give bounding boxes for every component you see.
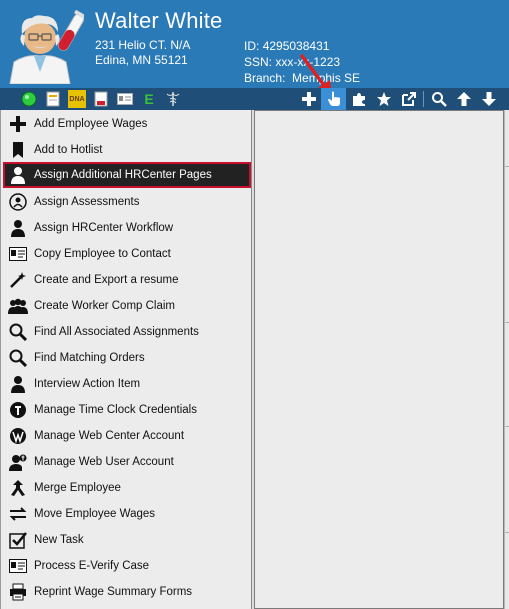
person-icon <box>7 164 29 186</box>
employee-name: Walter White <box>95 8 223 33</box>
menu-item-label: Find All Associated Assignments <box>34 326 199 338</box>
puzzle-icon[interactable] <box>346 88 371 110</box>
ssn-label: SSN: <box>244 55 273 69</box>
menu-item-interview-action-item[interactable]: Interview Action Item <box>3 372 251 396</box>
menu-item-label: Manage Web User Account <box>34 456 174 468</box>
menu-item-label: Create Worker Comp Claim <box>34 300 176 312</box>
menu-item-find-associated-assignments[interactable]: Find All Associated Assignments <box>3 320 251 344</box>
menu-item-assign-hrcenter-workflow[interactable]: Assign HRCenter Workflow <box>3 216 251 240</box>
time-clock-icon <box>7 399 29 421</box>
menu-item-reprint-wage-summary[interactable]: Reprint Wage Summary Forms <box>3 580 251 604</box>
star-icon[interactable] <box>371 88 396 110</box>
menu-item-process-e-verify[interactable]: Process E-Verify Case <box>3 554 251 578</box>
employee-address: 231 Helio CT. N/A Edina, MN 55121 <box>95 38 190 68</box>
e-verify-icon[interactable]: E <box>140 90 158 108</box>
address-line2: Edina, MN 55121 <box>95 53 188 67</box>
menu-item-move-employee-wages[interactable]: Move Employee Wages <box>3 502 251 526</box>
menu-item-label: Interview Action Item <box>34 378 141 390</box>
bookmark-icon <box>7 139 29 161</box>
address-line1: 231 Helio CT. N/A <box>95 38 191 52</box>
search-icon[interactable] <box>426 88 451 110</box>
menu-item-create-export-resume[interactable]: Create and Export a resume <box>3 268 251 292</box>
menu-item-label: Process E-Verify Case <box>34 560 150 572</box>
plus-icon <box>7 113 29 135</box>
menu-item-label: Add to Hotlist <box>34 144 103 156</box>
menu-item-label: Assign HRCenter Workflow <box>34 222 174 234</box>
printer-icon <box>7 581 29 603</box>
toolbar-separator <box>423 91 424 107</box>
search-icon <box>7 321 29 343</box>
menu-item-label: Merge Employee <box>34 482 121 494</box>
action-toolbar <box>296 88 501 110</box>
magic-wand-icon <box>7 269 29 291</box>
menu-item-assign-assessments[interactable]: Assign Assessments <box>3 190 251 214</box>
caduceus-icon[interactable] <box>164 90 182 108</box>
dna-icon[interactable]: DNA <box>68 90 86 108</box>
add-icon[interactable] <box>296 88 321 110</box>
menu-item-label: Find Matching Orders <box>34 352 145 364</box>
menu-item-label: Create and Export a resume <box>34 274 179 286</box>
menu-item-manage-time-clock[interactable]: Manage Time Clock Credentials <box>3 398 251 422</box>
web-user-icon <box>7 451 29 473</box>
menu-item-label: Copy Employee to Contact <box>34 248 171 260</box>
menu-item-create-worker-comp-claim[interactable]: Create Worker Comp Claim <box>3 294 251 318</box>
menu-item-add-to-hotlist[interactable]: Add to Hotlist <box>3 138 251 162</box>
external-link-icon[interactable] <box>396 88 421 110</box>
green-status-icon[interactable] <box>20 90 38 108</box>
merge-icon <box>7 477 29 499</box>
menu-item-label: Move Employee Wages <box>34 508 156 520</box>
menu-item-find-matching-orders[interactable]: Find Matching Orders <box>3 346 251 370</box>
menu-item-merge-employee[interactable]: Merge Employee <box>3 476 251 500</box>
menu-item-assign-hrcenter-pages[interactable]: Assign Additional HRCenter Pages <box>3 162 251 188</box>
web-center-icon <box>7 425 29 447</box>
id-label: ID: <box>244 39 260 53</box>
id-value: 4295038431 <box>262 39 330 53</box>
menu-item-new-task[interactable]: New Task <box>3 528 251 552</box>
arrow-down-icon[interactable] <box>476 88 501 110</box>
edge-divider <box>505 426 509 427</box>
employee-toolbar: DNA E <box>0 88 509 110</box>
edge-divider <box>505 322 509 323</box>
search-icon <box>7 347 29 369</box>
menu-item-label: Manage Time Clock Credentials <box>34 404 197 416</box>
pdf-icon[interactable] <box>92 90 110 108</box>
menu-item-manage-web-user-account[interactable]: Manage Web User Account <box>3 450 251 474</box>
scientist-avatar-icon <box>6 4 84 84</box>
menu-item-label: Assign Additional HRCenter Pages <box>34 169 212 181</box>
background-panel-edge <box>504 110 509 609</box>
checkbox-icon <box>7 529 29 551</box>
detail-pane <box>254 110 504 609</box>
id-card-icon <box>7 555 29 577</box>
menu-item-copy-employee-to-contact[interactable]: Copy Employee to Contact <box>3 242 251 266</box>
edge-divider <box>505 166 509 167</box>
dna-text: DNA <box>69 95 85 103</box>
group-icon <box>7 295 29 317</box>
transfer-arrows-icon <box>7 503 29 525</box>
actions-menu: Add Employee Wages Add to Hotlist Assign… <box>0 110 252 609</box>
e-verify-text: E <box>144 91 154 107</box>
menu-item-label: New Task <box>34 534 84 546</box>
menu-item-label: Reprint Wage Summary Forms <box>34 586 193 598</box>
person-icon <box>7 217 29 239</box>
person-icon <box>7 373 29 395</box>
employee-header: Walter White 231 Helio CT. N/A Edina, MN… <box>0 0 509 96</box>
contact-card-icon <box>7 243 29 265</box>
menu-item-label: Add Employee Wages <box>34 118 148 130</box>
menu-item-manage-web-center-account[interactable]: Manage Web Center Account <box>3 424 251 448</box>
menu-item-label: Assign Assessments <box>34 196 140 208</box>
assessment-icon <box>7 191 29 213</box>
document-icon[interactable] <box>44 90 62 108</box>
menu-item-label: Manage Web Center Account <box>34 430 185 442</box>
arrow-up-icon[interactable] <box>451 88 476 110</box>
status-icon-strip: DNA E <box>20 90 182 108</box>
hand-pointer-icon[interactable] <box>321 88 346 110</box>
edge-divider <box>505 532 509 533</box>
branch-label: Branch: <box>244 71 286 85</box>
id-card-icon[interactable] <box>116 90 134 108</box>
menu-item-add-employee-wages[interactable]: Add Employee Wages <box>3 112 251 136</box>
